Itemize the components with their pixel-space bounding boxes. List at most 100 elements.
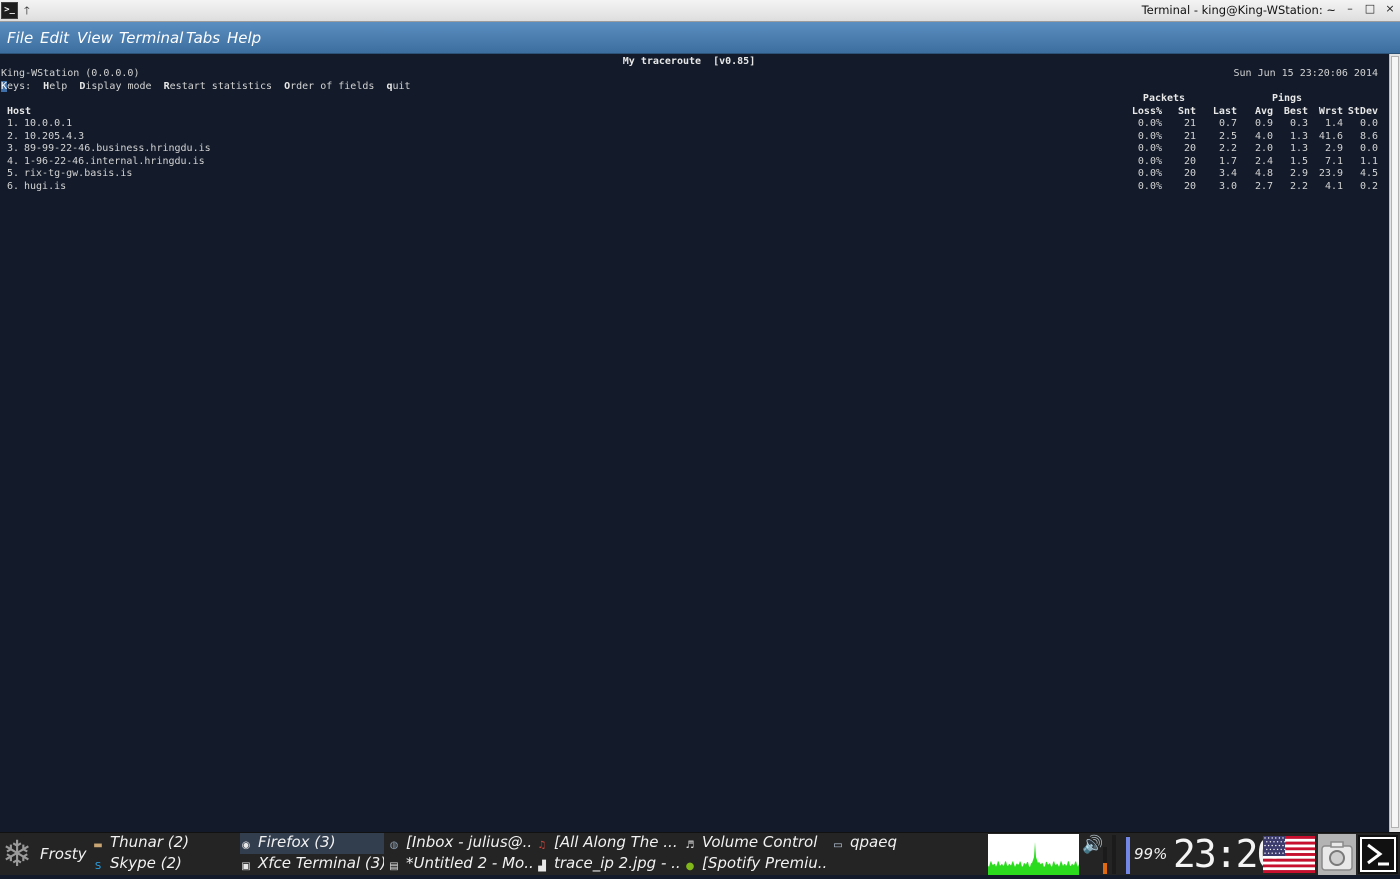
terminal-launcher-button[interactable] xyxy=(1358,835,1398,874)
taskbar-item-label: [All Along The ... xyxy=(554,833,678,851)
menu-file[interactable]: File xyxy=(7,29,33,47)
terminal-icon: ▣ xyxy=(241,861,251,872)
hop-number: 1. xyxy=(7,118,20,129)
terminal-output[interactable]: My traceroute [v0.85] King-WStation (0.0… xyxy=(0,54,1389,832)
taskbar-item[interactable]: S Skype (2) xyxy=(92,854,236,875)
hop-host: 89-99-22-46.business.hringdu.is xyxy=(24,143,211,154)
hop-avg: 4.0 xyxy=(1254,130,1273,142)
menu-terminal[interactable]: Terminal xyxy=(119,29,183,47)
camera-icon xyxy=(1321,841,1353,871)
taskbar-item-label: [Spotify Premiu... xyxy=(702,854,828,872)
hop-loss: 0.0% xyxy=(1137,143,1162,154)
scrollbar-thumb[interactable] xyxy=(1391,56,1399,828)
terminal-app-icon[interactable]: >_ xyxy=(1,2,18,19)
menu-help[interactable]: Help xyxy=(227,29,261,47)
col-host-header: Host xyxy=(7,106,32,117)
taskbar-item[interactable]: ▭ qpaeq xyxy=(832,833,976,854)
hop-wrst: 2.9 xyxy=(1324,143,1343,154)
taskbar-item-label: Thunar (2) xyxy=(110,833,190,851)
hop-stdev: 4.5 xyxy=(1359,168,1378,179)
terminal-scrollbar[interactable] xyxy=(1389,54,1400,832)
hop-snt: 20 xyxy=(1183,155,1196,167)
taskbar-item[interactable]: ◍ [Inbox - julius@... xyxy=(388,833,532,854)
screenshot-button[interactable] xyxy=(1318,834,1356,875)
taskbar-item-label: [Inbox - julius@... xyxy=(406,833,532,851)
taskbar-item-label: Volume Control xyxy=(702,833,818,851)
hop-host: 10.205.4.3 xyxy=(24,130,85,142)
applications-menu-button[interactable]: ❄ Frosty xyxy=(0,833,87,875)
taskbar-item[interactable]: ▬ Thunar (2) xyxy=(92,833,236,854)
hop-best: 2.9 xyxy=(1289,168,1308,179)
hop-last: 1.7 xyxy=(1218,155,1237,167)
applications-menu-label: Frosty xyxy=(40,845,87,863)
arrow-up-icon[interactable]: 🡑 xyxy=(24,2,30,21)
window-icon: ▭ xyxy=(833,840,843,851)
col-best-header: Best xyxy=(1283,106,1308,117)
firefox-icon: ◉ xyxy=(241,840,251,851)
hop-number: 2. xyxy=(7,130,20,142)
taskbar-item[interactable]: ♫ [All Along The ... xyxy=(536,833,680,854)
col-last-header: Last xyxy=(1212,106,1237,117)
taskbar-item[interactable]: ◉ Firefox (3) xyxy=(240,833,384,854)
hop-loss: 0.0% xyxy=(1137,118,1162,129)
minimize-button[interactable]: – xyxy=(1343,2,1357,15)
close-button[interactable]: × xyxy=(1383,2,1397,15)
col-snt-header: Snt xyxy=(1177,106,1196,117)
hop-stdev: 1.1 xyxy=(1359,155,1378,167)
hop-best: 1.3 xyxy=(1289,130,1308,142)
volume-control-icon: ♬ xyxy=(685,840,695,851)
hop-loss: 0.0% xyxy=(1137,180,1162,192)
us-flag-icon[interactable] xyxy=(1263,836,1315,873)
battery-indicator[interactable]: 99% xyxy=(1134,845,1167,863)
hop-stdev: 8.6 xyxy=(1359,130,1378,142)
hop-wrst: 1.4 xyxy=(1324,118,1343,129)
hop-best: 1.5 xyxy=(1289,155,1308,167)
hop-host: rix-tg-gw.basis.is xyxy=(24,168,133,179)
taskbar-item-label: trace_ip 2.jpg - ... xyxy=(554,854,680,872)
mtr-title: My traceroute [v0.85] xyxy=(622,56,756,67)
hop-last: 2.5 xyxy=(1218,130,1237,142)
panel-clock[interactable]: 23:20 xyxy=(1173,833,1279,875)
document-icon: ▤ xyxy=(389,861,399,872)
terminal-prompt-icon xyxy=(1362,839,1394,870)
hop-snt: 20 xyxy=(1183,143,1196,154)
hop-number: 4. xyxy=(7,155,20,167)
menu-tabs[interactable]: Tabs xyxy=(186,29,220,47)
hop-avg: 2.7 xyxy=(1254,180,1273,192)
hop-host: 1-96-22-46.internal.hringdu.is xyxy=(24,155,205,167)
window-titlebar[interactable]: >_ 🡑 Terminal - king@King-WStation: ~ – … xyxy=(0,0,1400,22)
col-avg-header: Avg xyxy=(1254,106,1273,117)
taskbar-item[interactable]: ♬ Volume Control xyxy=(684,833,828,854)
taskbar-item[interactable]: ▤ *Untitled 2 - Mo... xyxy=(388,854,532,875)
cpu-graph xyxy=(988,834,1079,875)
mtr-datetime: Sun Jun 15 23:20:06 2014 xyxy=(1233,68,1379,79)
taskbar-item-label: *Untitled 2 - Mo... xyxy=(406,854,532,872)
menu-view[interactable]: View xyxy=(77,29,113,47)
hop-number: 6. xyxy=(7,180,20,192)
folder-icon: ▬ xyxy=(93,840,103,851)
taskbar-item[interactable]: ▟ trace_ip 2.jpg - ... xyxy=(536,854,680,875)
speaker-icon[interactable]: 🔊 xyxy=(1082,835,1103,855)
hop-number: 3. xyxy=(7,143,20,154)
hop-wrst: 4.1 xyxy=(1324,180,1343,192)
volume-level-fill xyxy=(1103,863,1107,874)
bottom-panel: ❄ Frosty ▬ Thunar (2) S Skype (2) ◉ Firefox (… xyxy=(0,832,1400,875)
taskbar-item-label: Skype (2) xyxy=(110,854,182,872)
packets-group-header: Packets xyxy=(1142,93,1186,104)
maximize-button[interactable]: □ xyxy=(1363,2,1377,15)
taskbar-item[interactable]: ▣ Xfce Terminal (3) xyxy=(240,854,384,875)
menu-edit[interactable]: Edit xyxy=(40,29,69,47)
skype-icon: S xyxy=(94,861,102,872)
separator-bar xyxy=(1112,835,1116,874)
taskbar-item[interactable]: ● [Spotify Premiu... xyxy=(684,854,828,875)
taskbar-item-label: Firefox (3) xyxy=(258,833,336,851)
window-title: Terminal - king@King-WStation: ~ xyxy=(1141,3,1336,17)
spotify-icon: ● xyxy=(685,861,695,872)
hop-avg: 0.9 xyxy=(1254,118,1273,129)
hop-best: 2.2 xyxy=(1289,180,1308,192)
hop-wrst: 7.1 xyxy=(1324,155,1343,167)
hop-last: 0.7 xyxy=(1218,118,1237,129)
hop-best: 0.3 xyxy=(1289,118,1308,129)
hop-avg: 2.0 xyxy=(1254,143,1273,154)
hop-last: 3.0 xyxy=(1218,180,1237,192)
